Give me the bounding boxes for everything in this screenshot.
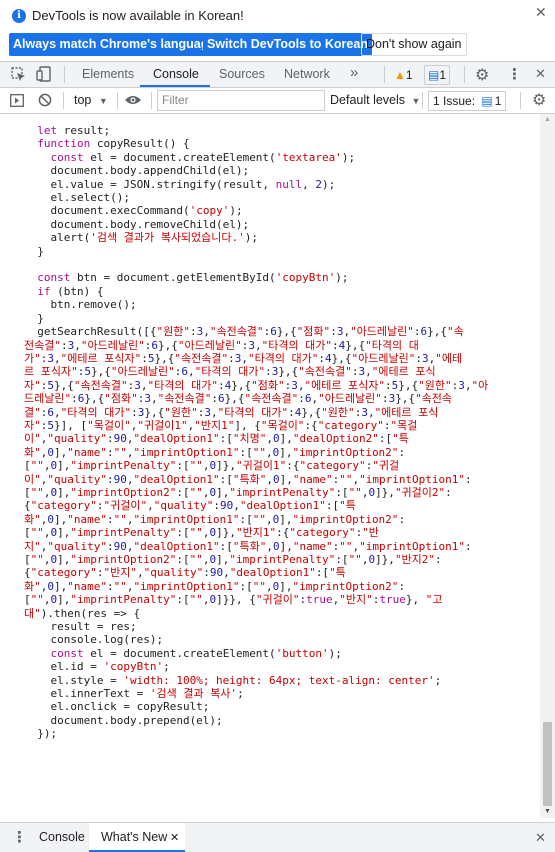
warning-count: 1 [405,68,413,82]
drawer-tab-console[interactable]: Console [39,830,85,844]
drawer-menu-icon[interactable]: ⋮ [12,828,27,846]
inspect-element-icon[interactable] [11,67,26,82]
code-line: result = res; [24,620,137,634]
code-line: document.execCommand('copy'); [24,204,243,218]
tab-network[interactable]: Network [284,67,330,81]
info-icon: i [12,9,26,23]
code-line: {"category":"반지","quality":90,"dealOptio… [24,566,346,580]
code-line: el.value = JSON.stringify(result, null, … [24,177,336,191]
close-drawer-icon[interactable]: ✕ [535,830,546,846]
code-line: } [24,311,44,325]
code-line: document.body.prepend(el); [24,713,223,727]
scroll-up-icon[interactable]: ▲ [544,116,551,123]
code-line: 화",0],"name":"","imprintOption1":["",0],… [24,445,406,459]
code-line: {"category":"귀걸이","quality":90,"dealOpti… [24,499,356,513]
filter-input[interactable]: Filter [157,90,325,111]
match-language-button[interactable]: Always match Chrome's language [9,33,220,56]
message-icon: ▤ [428,68,440,82]
issues-label: 1 Issue: [433,94,476,108]
code-line: function copyResult() { [37,137,190,151]
device-toolbar-icon[interactable] [36,66,52,82]
active-tab-indicator [140,85,210,87]
console-scrollbar[interactable] [540,114,555,818]
code-line: el.id = 'copyBtn'; [24,660,170,674]
context-label: top [74,93,92,107]
issue-message-icon: ▤ [481,94,493,108]
code-line: 대").then(res => { [24,606,141,620]
code-line: alert('검색 결과가 복사되었습니다.'); [24,231,259,245]
warning-icon: ▲ [394,68,406,82]
log-levels-dropdown[interactable]: Default levels ▼ [330,93,420,107]
code-line: ["",0],"imprintPenalty":["",0]},"반지1":{"… [24,526,379,540]
console-code-block: let result; function copyResult() { cons… [24,124,488,741]
more-options-icon[interactable]: ⋮ [507,65,522,83]
code-line: document.body.appendChild(el); [24,164,250,178]
code-line: 화",0],"name":"","imprintOption1":["",0],… [24,512,406,526]
tab-sources[interactable]: Sources [219,67,265,81]
code-line: 전속결":3,"아드레날린":6},{"아드레날린":3,"타격의 대가":4}… [24,338,419,352]
infobar-message: DevTools is now available in Korean! [32,8,244,23]
drawer-tab-bar: ⋮ Console What's New ✕ ✕ [0,822,555,852]
code-line: 르 포식자":5},{"아드레날린":6,"타격의 대가":3},{"속전속결"… [24,365,436,379]
code-line: 이","quality":90,"dealOption1":["특화",0],"… [24,472,472,486]
sidebar-toggle-icon[interactable] [10,94,24,107]
tab-console[interactable]: Console [153,67,199,81]
code-line: ["",0],"imprintOption2":["",0],"imprintP… [24,553,442,566]
code-line: 자":5}], ["목걸이","귀걸이1","반지1"], {"목걸이":{"c… [24,418,418,432]
close-icon[interactable]: ✕ [535,4,547,21]
code-line: el.select(); [24,191,130,205]
drawer-tab-whats-new[interactable]: What's New [101,830,167,844]
dropdown-arrow-icon: ▼ [411,96,421,106]
code-line: el.onclick = copyResult; [24,700,210,714]
warnings-badge[interactable]: ▲1 [390,65,417,85]
code-line: btn.remove(); [24,298,137,312]
close-tab-icon[interactable]: ✕ [170,831,179,844]
code-line: }); [24,727,58,741]
tab-elements[interactable]: Elements [82,67,134,81]
dropdown-arrow-icon: ▼ [98,96,108,106]
switch-to-korean-button[interactable]: Switch DevTools to Korean [203,33,372,56]
code-line: el.style = 'width: 100%; height: 64px; t… [24,673,442,687]
context-selector[interactable]: top ▼ [74,93,108,107]
code-line: const btn = document.getElementById('cop… [37,271,349,285]
more-tabs-chevron-icon[interactable]: » [350,64,358,81]
code-line: } [24,244,44,258]
code-line: 결":6,"타격의 대가":3},{"원한":3,"타격의 대가":4},{"원… [24,405,439,419]
clear-console-icon[interactable] [38,93,52,107]
code-line: ["",0],"imprintPenalty":["",0]}}, {"귀걸이"… [24,593,443,607]
code-line: document.body.removeChild(el); [24,217,250,231]
live-expression-eye-icon[interactable] [124,94,142,106]
code-line: 가":3,"에테르 포식자":5},{"속전속결":3,"타격의 대가":4},… [24,351,463,365]
code-line: const el = document.createElement('texta… [50,150,356,164]
scrollbar-thumb[interactable] [543,722,552,806]
code-line: ["",0],"imprintPenalty":["",0]},"귀걸이1":{… [24,459,400,473]
code-line: let result; [37,124,111,137]
main-tab-bar: Elements Console Sources Network » ▲1 ▤1… [0,62,555,88]
console-settings-gear-icon[interactable]: ⚙ [532,90,546,110]
code-line: 드레날린":6},{"점화":3,"속전속결":6},{"속전속결":6,"아드… [24,392,453,406]
messages-badge[interactable]: ▤1 [424,65,451,85]
code-line: 지","quality":90,"dealOption1":["특화",0],"… [24,539,472,553]
language-infobar: i DevTools is now available in Korean! ✕… [0,0,555,62]
code-line: el.innerText = '검색 결과 복사'; [24,687,244,701]
code-line: 자":5},{"속전속결":3,"타격의 대가":4},{"점화":3,"에테르… [24,378,489,392]
issues-button[interactable]: 1 Issue: ▤ 1 [428,91,507,111]
code-line: 화",0],"name":"","imprintOption1":["",0],… [24,579,406,593]
scroll-down-icon[interactable]: ▼ [544,808,551,815]
message-count: 1 [439,68,447,82]
code-line: if (btn) { [37,284,104,298]
code-line: const el = document.createElement('butto… [50,646,342,660]
settings-gear-icon[interactable]: ⚙ [475,65,489,85]
code-line: getSearchResult([{"원한":3,"속전속결":6},{"점화"… [24,325,464,339]
close-devtools-icon[interactable]: ✕ [535,66,546,82]
code-line: console.log(res); [24,633,164,647]
code-line: ["",0],"imprintOption2":["",0],"imprintP… [24,485,452,499]
log-levels-label: Default levels [330,93,406,107]
dont-show-again-button[interactable]: Don't show again [361,33,467,56]
console-output: let result; function copyResult() { cons… [0,114,540,818]
issues-count: 1 [494,94,502,108]
code-line: 이","quality":90,"dealOption1":["치명",0],"… [24,432,409,446]
